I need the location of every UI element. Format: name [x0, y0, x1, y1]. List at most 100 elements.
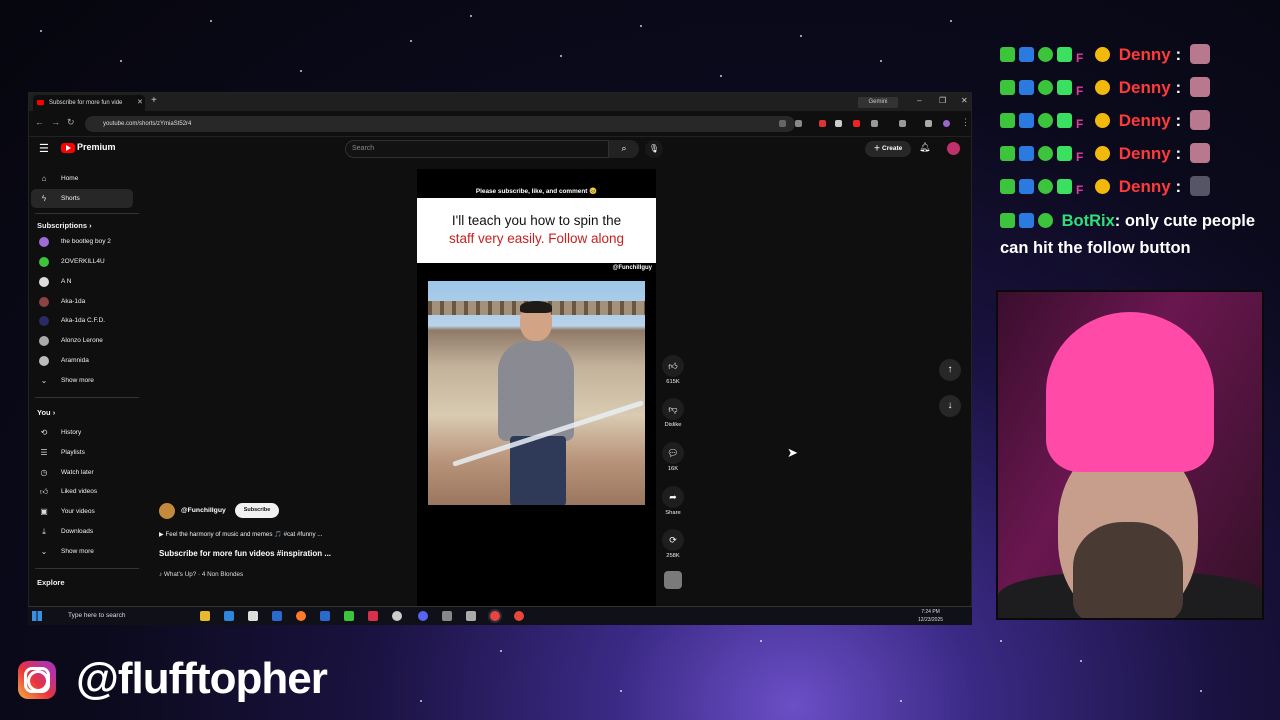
firefox-icon[interactable] — [296, 611, 306, 621]
badge-icon — [1000, 47, 1015, 62]
app-icon[interactable] — [442, 611, 452, 621]
browser-tab[interactable]: Subscribe for more fun vide ✕ — [33, 95, 145, 111]
taskbar-search-input[interactable]: Type here to search — [50, 609, 190, 623]
forward-icon[interactable]: → — [51, 117, 60, 127]
new-tab-icon[interactable]: + — [151, 95, 157, 106]
edge-icon[interactable] — [224, 611, 234, 621]
next-short-button[interactable]: ↓ — [939, 395, 961, 417]
channel-avatar — [39, 316, 49, 326]
remix-action[interactable]: ⟳ 258K — [661, 529, 685, 559]
sidebar-item-watch-later[interactable]: ◷ Watch later — [31, 463, 133, 482]
share-action[interactable]: ➦ Share — [661, 486, 685, 516]
channel-avatar — [39, 297, 49, 307]
dislike-action[interactable]: 👎︎ Dislike — [661, 398, 685, 428]
extension-icon[interactable] — [819, 120, 826, 127]
short-title[interactable]: Subscribe for more fun videos #inspirati… — [159, 549, 331, 558]
badge-icon — [1095, 179, 1110, 194]
extension-icon[interactable] — [853, 120, 860, 127]
sound-thumbnail[interactable] — [664, 571, 682, 589]
channel-name[interactable]: @Funchillguy — [181, 507, 226, 514]
you-heading[interactable]: You › — [37, 408, 55, 417]
music-link[interactable]: ♪ What's Up? · 4 Non Blondes — [159, 571, 243, 578]
app-icon[interactable] — [466, 611, 476, 621]
sidebar-item-label: Your videos — [61, 508, 95, 515]
notifications-bell-icon[interactable]: 🔔︎ — [919, 142, 930, 153]
subscriptions-heading[interactable]: Subscriptions › — [37, 221, 92, 230]
sidebar-item-your-videos[interactable]: ▣ Your videos — [31, 502, 133, 521]
sidebar-item-liked-videos[interactable]: 👍︎ Liked videos — [31, 482, 133, 501]
short-description[interactable]: ▶ Feel the harmony of music and memes 🎵 … — [159, 530, 322, 538]
sidebar-item-subscription[interactable]: Alonzo Lerone — [31, 331, 133, 350]
channel-avatar[interactable] — [159, 503, 175, 519]
subscribe-button[interactable]: Subscribe — [235, 503, 279, 518]
app-icon[interactable] — [320, 611, 330, 621]
microphone-icon: 🎙 — [648, 144, 660, 153]
youtube-logo-text[interactable]: Premium — [77, 142, 116, 152]
account-avatar[interactable] — [947, 142, 960, 155]
sidebar-item-subscription[interactable]: Aka-1da C.F.D. — [31, 311, 133, 330]
screen-share-icon[interactable] — [779, 120, 786, 127]
search-button[interactable]: ⌕ — [609, 140, 639, 158]
sidebar-item-history[interactable]: ⟲ History — [31, 423, 133, 442]
extensions-puzzle-icon[interactable] — [925, 120, 932, 127]
create-button[interactable]: ＋ Create — [865, 141, 911, 157]
mouse-cursor-icon: ➤ — [787, 445, 798, 460]
close-window-icon[interactable]: ✕ — [961, 96, 968, 105]
store-icon[interactable] — [248, 611, 258, 621]
like-action[interactable]: 👍︎ 615K — [661, 355, 685, 385]
minimize-icon[interactable]: – — [917, 96, 921, 105]
app-icon[interactable] — [272, 611, 282, 621]
search-input[interactable]: Search — [345, 140, 609, 158]
close-tab-icon[interactable]: ✕ — [137, 95, 143, 111]
chrome-icon[interactable] — [490, 611, 500, 621]
hamburger-menu-icon[interactable]: ☰ — [39, 142, 49, 155]
comment-icon[interactable]: 💬︎ — [662, 442, 684, 464]
chevron-down-icon: ⌄ — [40, 376, 48, 385]
chat-username: Denny — [1118, 144, 1171, 163]
sidebar-icon[interactable] — [899, 120, 906, 127]
comments-action[interactable]: 💬︎ 16K — [661, 442, 685, 472]
thumbs-down-icon[interactable]: 👎︎ — [662, 398, 684, 420]
gemini-button[interactable]: Gemini — [858, 97, 898, 108]
extension-icon[interactable] — [871, 120, 878, 127]
sidebar-item-subscription[interactable]: the bootleg boy 2 — [31, 232, 133, 251]
app-icon[interactable] — [344, 611, 354, 621]
discord-icon[interactable] — [418, 611, 428, 621]
badge-icon: F — [1076, 51, 1084, 65]
show-more-button[interactable]: ⌄ Show more — [31, 542, 133, 561]
thumbs-up-icon[interactable]: 👍︎ — [662, 355, 684, 377]
sidebar-item-subscription[interactable]: 2OVERKILL4U — [31, 252, 133, 271]
restore-icon[interactable]: ❐ — [939, 96, 946, 105]
sidebar-item-subscription[interactable]: Aramnida — [31, 351, 133, 370]
sidebar-item-playlists[interactable]: ☰ Playlists — [31, 443, 133, 462]
show-more-button[interactable]: ⌄ Show more — [31, 371, 133, 390]
sidebar-item-subscription[interactable]: Aka-1da — [31, 292, 133, 311]
remix-icon[interactable]: ⟳ — [662, 529, 684, 551]
url-field[interactable]: youtube.com/shorts/zYmiaSt52r4 — [85, 116, 795, 132]
profile-icon[interactable] — [943, 120, 950, 127]
voice-search-button[interactable]: 🎙 — [645, 140, 663, 158]
previous-short-button[interactable]: ↑ — [939, 359, 961, 381]
system-clock[interactable]: 7:24 PM 12/23/2025 — [918, 608, 943, 624]
bookmark-star-icon[interactable] — [795, 120, 802, 127]
browser-menu-icon[interactable]: ⋮ — [961, 117, 970, 128]
badge-icon — [1000, 80, 1015, 95]
app-icon[interactable] — [514, 611, 524, 621]
short-video-player[interactable]: Please subscribe, like, and comment 🥺 I'… — [417, 169, 656, 609]
back-icon[interactable]: ← — [35, 117, 44, 127]
obs-icon[interactable] — [392, 611, 402, 621]
windows-start-icon[interactable] — [32, 611, 42, 621]
caption-line-1: I'll teach you how to spin the — [451, 213, 622, 228]
file-explorer-icon[interactable] — [200, 611, 210, 621]
sidebar-item-shorts[interactable]: ϟ Shorts — [31, 189, 133, 208]
sidebar-item-downloads[interactable]: ⤓ Downloads — [31, 522, 133, 541]
sidebar-item-subscription[interactable]: A N — [31, 272, 133, 291]
sidebar-item-home[interactable]: ⌂ Home — [31, 169, 133, 188]
badge-icon — [1019, 113, 1034, 128]
share-icon[interactable]: ➦ — [662, 486, 684, 508]
extension-icon[interactable] — [835, 120, 842, 127]
app-icon[interactable] — [368, 611, 378, 621]
youtube-logo-icon[interactable] — [61, 143, 75, 153]
reload-icon[interactable]: ↻ — [67, 117, 75, 128]
badge-icon — [1057, 113, 1072, 128]
